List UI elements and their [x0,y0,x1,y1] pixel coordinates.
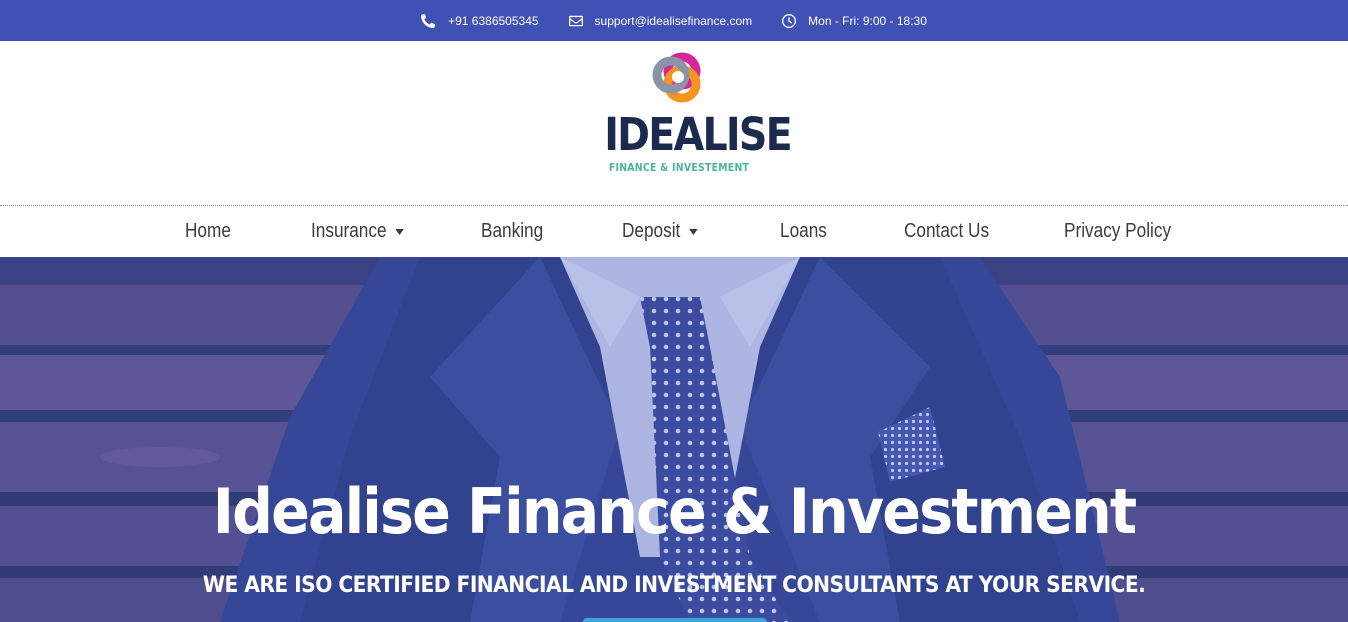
hero-title: Idealise Finance & Investment [212,475,1137,548]
nav-item-home[interactable]: Home [185,220,231,243]
main-navigation: Home Insurance Banking Deposit Loans Con… [0,206,1348,257]
nav-item-privacy-policy[interactable]: Privacy Policy [1064,220,1171,243]
clock-icon [782,13,797,28]
hours-text: Mon - Fri: 9:00 - 18:30 [808,13,927,28]
chevron-down-icon [395,228,404,235]
phone-contact[interactable]: +91 6386505345 [421,13,539,28]
hero-subtitle: WE ARE ISO CERTIFIED FINANCIAL AND INVES… [202,573,1146,598]
phone-number: +91 6386505345 [448,13,539,28]
nav-item-banking[interactable]: Banking [481,220,543,243]
nav-item-label: Privacy Policy [1064,220,1172,242]
logo-wordmark: IDEALISE [604,108,793,161]
nav-item-loans[interactable]: Loans [780,220,827,243]
hero-background-image [0,257,1348,622]
hero-banner: Idealise Finance & Investment WE ARE ISO… [0,257,1348,622]
logo-tagline: FINANCE & INVESTEMENT [608,161,750,174]
logo-rings-icon [652,52,701,103]
nav-item-label: Contact Us [904,220,990,242]
nav-item-label: Loans [780,220,827,242]
site-header: IDEALISE FINANCE & INVESTEMENT [0,41,1348,205]
nav-item-contact-us[interactable]: Contact Us [904,220,989,243]
nav-item-deposit[interactable]: Deposit [622,220,698,243]
email-address: support@idealisefinance.com [594,13,753,28]
hero-cta-button[interactable] [583,618,767,622]
nav-item-label: Deposit [622,220,681,242]
business-hours: Mon - Fri: 9:00 - 18:30 [782,13,927,28]
nav-item-label: Home [185,220,231,242]
envelope-icon [568,15,583,26]
nav-item-label: Banking [481,220,544,242]
nav-item-label: Insurance [311,220,387,242]
nav-item-insurance[interactable]: Insurance [311,220,404,243]
site-logo[interactable]: IDEALISE FINANCE & INVESTEMENT [594,51,793,181]
top-contact-bar: +91 6386505345 support@idealisefinance.c… [0,0,1348,41]
email-contact[interactable]: support@idealisefinance.com [568,13,753,28]
phone-icon [421,13,436,28]
chevron-down-icon [688,228,698,235]
